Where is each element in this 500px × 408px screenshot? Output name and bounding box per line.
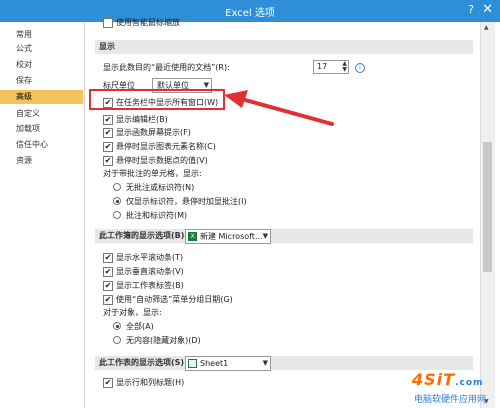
comments-label: 对于带批注的单元格，显示: <box>103 169 202 178</box>
close-icon[interactable]: ✕ <box>482 2 493 17</box>
sidebar-item-addins[interactable]: 加载项 <box>0 122 83 136</box>
annotation-arrow-icon <box>224 90 334 126</box>
radio-button[interactable] <box>113 183 121 191</box>
chevron-down-icon: ▼ <box>262 232 268 240</box>
radio-label: 无批注或标识符(N) <box>126 183 195 192</box>
checkbox[interactable]: ✔ <box>103 142 113 152</box>
checkbox[interactable]: ✔ <box>103 281 113 291</box>
radio-label: 无内容(隐藏对象)(D) <box>126 336 201 345</box>
checkbox-label: 使用“自动筛选”菜单分组日期(G) <box>116 295 233 304</box>
excel-options-dialog: Excel 选项 ? ✕ 常用 公式 校对 保存 高级 自定义 加载项 信任中心… <box>0 0 500 408</box>
excel-icon: X <box>188 232 197 241</box>
worksheet-selector-value: Sheet1 <box>200 359 229 368</box>
sidebar-item-customize[interactable]: 自定义 <box>0 107 83 121</box>
checkbox[interactable]: ✔ <box>103 156 113 166</box>
scroll-thumb[interactable] <box>483 142 492 272</box>
objects-label: 对于对象，显示: <box>103 308 162 317</box>
workbook-selector-value: 新建 Microsoft... <box>200 232 263 241</box>
radio-button[interactable] <box>113 197 121 205</box>
watermark-brand: 4SiT.com <box>412 370 484 389</box>
checkbox[interactable]: ✔ <box>103 378 113 388</box>
checkbox-label: 显示行和列标题(H) <box>116 378 185 387</box>
title-bar: Excel 选项 ? ✕ <box>0 0 500 22</box>
sidebar-item-trust-center[interactable]: 信任中心 <box>0 138 83 152</box>
recent-docs-spinner[interactable]: 17 ▲ ▼ <box>313 60 349 74</box>
sidebar-item-resources[interactable]: 资源 <box>0 154 83 168</box>
spinner-arrows-icon[interactable]: ▲ ▼ <box>342 61 347 73</box>
sidebar-item-advanced[interactable]: 高级 <box>0 90 83 104</box>
checkbox[interactable]: ✔ <box>103 295 113 305</box>
checkbox-label: 悬停时显示数据点的值(V) <box>116 156 208 165</box>
section-display-heading: 显示 <box>95 40 473 54</box>
sidebar-item-save[interactable]: 保存 <box>0 74 83 88</box>
dialog-content: 常用 公式 校对 保存 高级 自定义 加载项 信任中心 资源 使用智能鼠标缩放 … <box>0 18 500 408</box>
radio-button[interactable] <box>113 322 121 330</box>
site-watermark: 4SiT.com 电脑软硬件应用网 <box>400 370 500 408</box>
dialog-title: Excel 选项 <box>225 8 275 19</box>
section-workbook-heading: 此工作簿的显示选项(B): <box>95 229 473 243</box>
checkbox[interactable]: ✔ <box>103 115 113 125</box>
sidebar-item-proofing[interactable]: 校对 <box>0 58 83 72</box>
radio-label: 仅显示标识符，悬停时加显批注(I) <box>126 197 247 206</box>
radio-label: 全部(A) <box>126 322 154 331</box>
help-icon[interactable]: ? <box>468 3 474 16</box>
recent-docs-value: 17 <box>317 62 328 71</box>
checkbox[interactable] <box>103 18 113 28</box>
sheet-icon <box>188 359 197 368</box>
scroll-up-icon[interactable]: ▲ <box>484 24 489 31</box>
sidebar-item-formulas[interactable]: 公式 <box>0 42 83 56</box>
recent-docs-label: 显示此数目的“最近使用的文档”(R): <box>103 63 230 72</box>
chevron-down-icon: ▼ <box>262 359 268 367</box>
checkbox-label: 显示编辑栏(B) <box>116 115 168 124</box>
radio-button[interactable] <box>113 211 121 219</box>
vertical-scrollbar[interactable]: ▲ ▼ <box>480 22 495 408</box>
radio-label: 批注和标识符(M) <box>126 211 188 220</box>
checkbox[interactable]: ✔ <box>103 253 113 263</box>
annotation-highlight-box <box>89 89 225 110</box>
section-worksheet-heading: 此工作表的显示选项(S): <box>95 356 473 370</box>
checkbox[interactable]: ✔ <box>103 267 113 277</box>
checkbox[interactable]: ✔ <box>103 128 113 138</box>
checkbox-label: 显示工作表标签(B) <box>116 281 184 290</box>
sidebar-item-general[interactable]: 常用 <box>0 28 83 42</box>
info-icon: i <box>355 63 365 73</box>
radio-button[interactable] <box>113 336 121 344</box>
checkbox-label: 使用智能鼠标缩放 <box>116 18 180 27</box>
worksheet-selector-dropdown[interactable]: Sheet1 ▼ <box>185 356 271 371</box>
checkbox-label: 显示函数屏幕提示(F) <box>116 128 191 137</box>
options-sidebar: 常用 公式 校对 保存 高级 自定义 加载项 信任中心 资源 <box>0 22 85 408</box>
checkbox-label: 显示垂直滚动条(V) <box>116 267 184 276</box>
checkbox-label: 悬停时显示图表元素名称(C) <box>116 142 216 151</box>
watermark-subtitle: 电脑软硬件应用网 <box>414 395 487 405</box>
checkbox-label: 显示水平滚动条(T) <box>116 253 184 262</box>
workbook-selector-dropdown[interactable]: X 新建 Microsoft... ▼ <box>185 229 271 244</box>
